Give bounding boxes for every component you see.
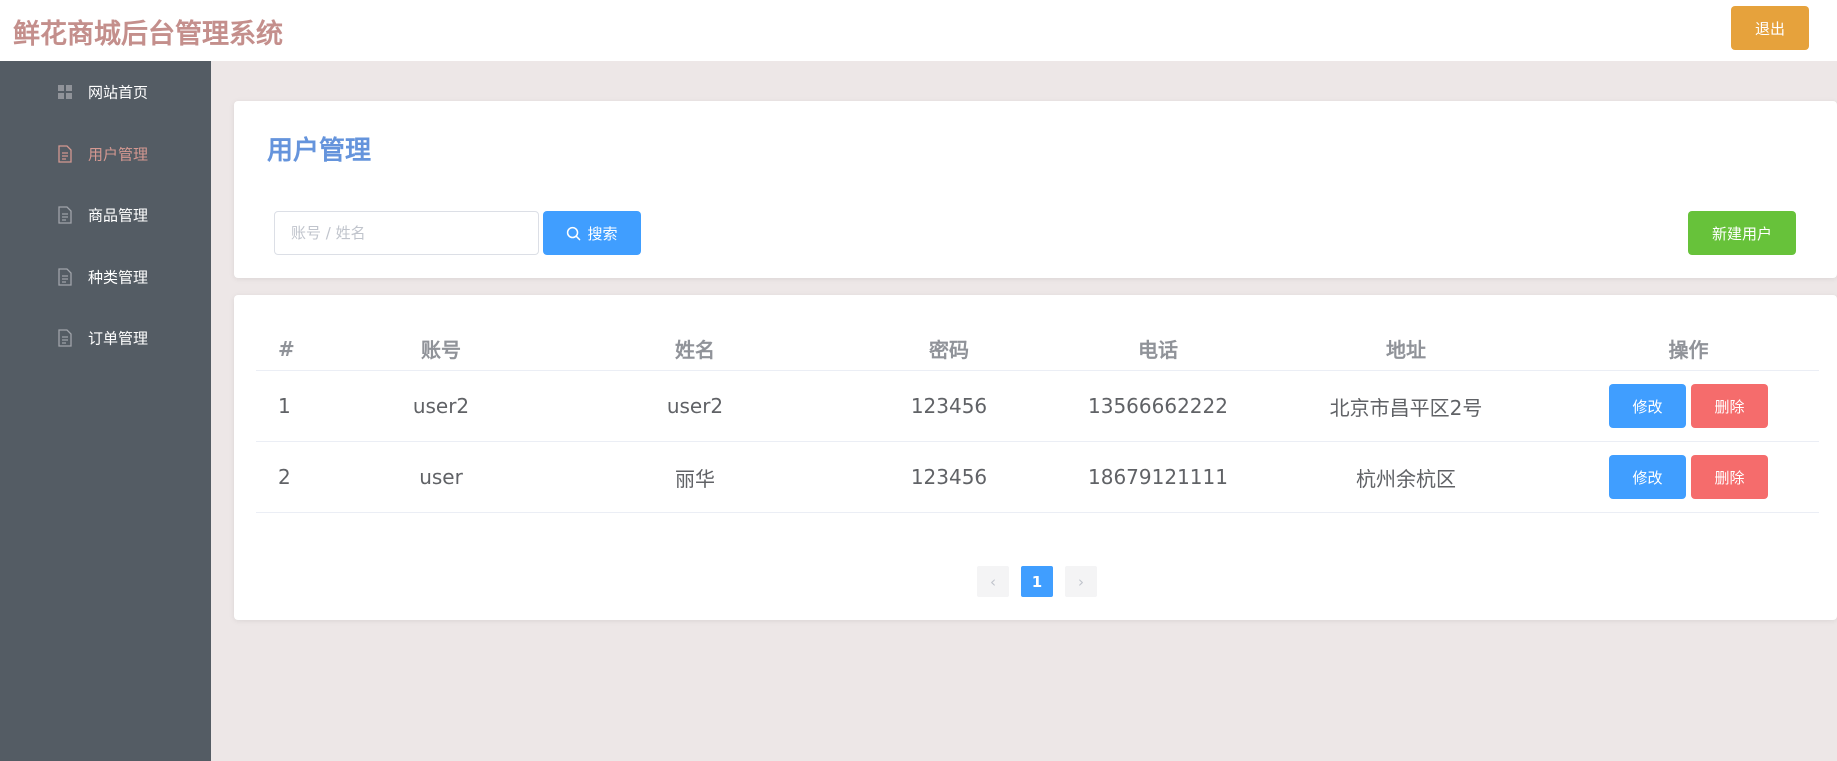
sidebar-item-products[interactable]: 商品管理 [0, 184, 211, 246]
table-row: 2 user 丽华 123456 18679121111 杭州余杭区 修改 删除 [256, 442, 1819, 513]
search-panel: 用户管理 搜索 新建用户 [234, 101, 1837, 278]
delete-button[interactable]: 删除 [1691, 455, 1768, 499]
cell-account: user2 [412, 394, 470, 418]
document-icon [58, 268, 72, 286]
cell-account: user [419, 465, 463, 489]
cell-name: user2 [666, 394, 724, 418]
cell-password: 123456 [910, 465, 988, 489]
sidebar-item-categories[interactable]: 种类管理 [0, 246, 211, 308]
sidebar-item-users[interactable]: 用户管理 [0, 123, 211, 185]
new-user-button[interactable]: 新建用户 [1688, 211, 1796, 255]
page-title: 用户管理 [267, 136, 372, 166]
sidebar-item-label: 种类管理 [88, 268, 149, 287]
cell-phone: 18679121111 [1088, 465, 1228, 489]
sidebar-item-home[interactable]: 网站首页 [0, 61, 211, 123]
search-button[interactable]: 搜索 [543, 211, 641, 255]
search-button-label: 搜索 [587, 224, 618, 243]
sidebar-item-label: 网站首页 [88, 83, 149, 102]
app-title: 鲜花商城后台管理系统 [13, 19, 283, 50]
cell-index: 1 [278, 394, 291, 418]
grid-icon [58, 85, 72, 99]
delete-button[interactable]: 删除 [1691, 384, 1768, 428]
edit-button[interactable]: 修改 [1609, 384, 1686, 428]
cell-password: 123456 [910, 394, 988, 418]
cell-actions: 修改 删除 [1556, 442, 1821, 512]
cell-address: 北京市昌平区2号 [1329, 395, 1483, 420]
cell-address: 杭州余杭区 [1356, 466, 1456, 491]
pagination: ‹ 1 › [234, 566, 1837, 598]
search-icon [567, 226, 581, 240]
search-input[interactable] [274, 211, 539, 255]
cell-name: 丽华 [675, 466, 715, 491]
sidebar-item-label: 商品管理 [88, 206, 149, 225]
edit-button[interactable]: 修改 [1609, 455, 1686, 499]
sidebar-item-label: 订单管理 [88, 329, 149, 348]
next-page-button[interactable]: › [1065, 566, 1097, 597]
table-row: 1 user2 user2 123456 13566662222 北京市昌平区2… [256, 371, 1819, 442]
users-table: # 账号 姓名 密码 电话 地址 操作 1 user2 user2 123456… [256, 315, 1819, 513]
sidebar-item-label: 用户管理 [88, 145, 149, 164]
users-table-panel: # 账号 姓名 密码 电话 地址 操作 1 user2 user2 123456… [234, 295, 1837, 620]
top-header: 鲜花商城后台管理系统 退出 [0, 0, 1837, 61]
cell-index: 2 [278, 465, 291, 489]
sidebar: 网站首页 用户管理 商品管理 种类管理 订单管理 [0, 61, 211, 761]
column-header-index: # [278, 336, 295, 361]
column-header-address: 地址 [1386, 338, 1426, 362]
cell-actions: 修改 删除 [1556, 371, 1821, 441]
logout-button[interactable]: 退出 [1731, 6, 1809, 50]
column-header-account: 账号 [421, 338, 461, 362]
document-icon [58, 145, 72, 163]
document-icon [58, 206, 72, 224]
sidebar-item-orders[interactable]: 订单管理 [0, 307, 211, 369]
page-number-button[interactable]: 1 [1021, 566, 1053, 597]
prev-page-button[interactable]: ‹ [977, 566, 1009, 597]
column-header-password: 密码 [929, 338, 969, 362]
table-header-row: # 账号 姓名 密码 电话 地址 操作 [256, 315, 1819, 371]
column-header-phone: 电话 [1138, 338, 1178, 362]
column-header-actions: 操作 [1668, 338, 1709, 362]
column-header-name: 姓名 [675, 338, 715, 362]
cell-phone: 13566662222 [1088, 394, 1228, 418]
document-icon [58, 329, 72, 347]
